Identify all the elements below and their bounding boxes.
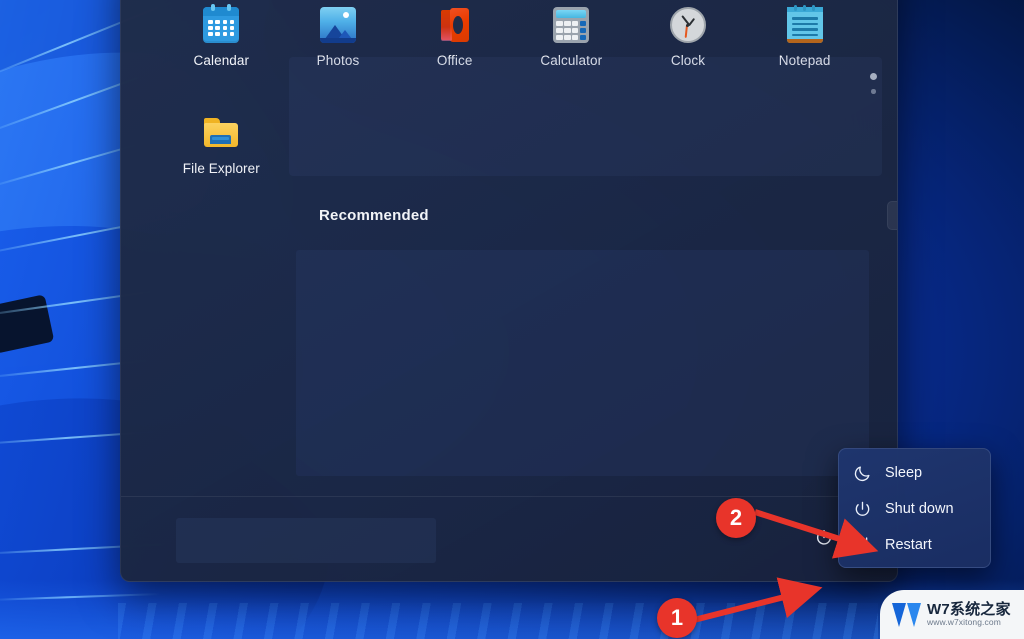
app-label: Calculator (540, 53, 603, 68)
calculator-icon (553, 7, 590, 43)
app-label: File Explorer (182, 161, 260, 176)
pinned-apps-grid: Calendar Photos Office Calculator Clock … (163, 1, 863, 201)
more-button[interactable]: More › (887, 201, 897, 230)
app-tile-photos[interactable]: Photos (280, 1, 397, 93)
app-tile-clock[interactable]: Clock (630, 1, 747, 93)
start-menu-panel: Calendar Photos Office Calculator Clock … (120, 0, 898, 582)
watermark: W7系统之家 www.w7xitong.com (880, 590, 1024, 639)
notepad-icon (786, 5, 823, 43)
power-menu-item-shut-down[interactable]: Shut down (839, 491, 990, 527)
wallpaper-bottom-streaks (118, 603, 878, 639)
app-tile-file-explorer[interactable]: File Explorer (163, 109, 280, 201)
clock-icon (669, 7, 706, 43)
recommended-items-region (296, 250, 869, 476)
app-tile-calculator[interactable]: Calculator (513, 1, 630, 93)
watermark-title: W7系统之家 (927, 601, 1011, 619)
w7-logo-icon (892, 602, 922, 627)
pinned-page-indicator[interactable] (870, 73, 877, 103)
user-account-region[interactable] (176, 518, 436, 563)
power-icon (817, 529, 831, 545)
annotation-marker-1: 1 (657, 598, 697, 638)
app-tile-office[interactable]: Office (396, 1, 513, 93)
calendar-icon (203, 4, 240, 43)
power-menu-label: Shut down (885, 501, 954, 517)
app-label: Office (436, 53, 473, 68)
folder-icon (203, 115, 239, 151)
power-menu-label: Restart (885, 537, 932, 553)
app-label: Photos (316, 53, 360, 68)
app-label: Calendar (193, 53, 250, 68)
recommended-header: Recommended More › (319, 201, 897, 230)
power-icon (855, 501, 870, 516)
app-tile-calendar[interactable]: Calendar (163, 1, 280, 93)
photos-icon (319, 7, 356, 43)
power-menu-label: Sleep (885, 465, 923, 481)
app-label: Clock (670, 53, 706, 68)
moon-icon (854, 465, 870, 481)
app-tile-notepad[interactable]: Notepad (746, 1, 863, 93)
screen: Calendar Photos Office Calculator Clock … (0, 0, 1024, 639)
pinned-apps-area: Calendar Photos Office Calculator Clock … (121, 1, 897, 191)
power-menu-item-restart[interactable]: Restart (839, 527, 990, 563)
restart-icon (855, 536, 870, 552)
annotation-marker-2: 2 (716, 498, 756, 538)
start-menu-divider (121, 496, 897, 497)
page-dot-inactive[interactable] (871, 89, 876, 94)
power-menu-item-sleep[interactable]: Sleep (839, 455, 990, 491)
watermark-url: www.w7xitong.com (927, 616, 1001, 627)
power-button[interactable] (807, 521, 841, 555)
power-menu: Sleep Shut down Restart (838, 448, 991, 568)
office-icon (437, 7, 473, 43)
app-label: Notepad (778, 53, 831, 68)
page-dot-active[interactable] (870, 73, 877, 80)
recommended-title: Recommended (319, 207, 429, 224)
